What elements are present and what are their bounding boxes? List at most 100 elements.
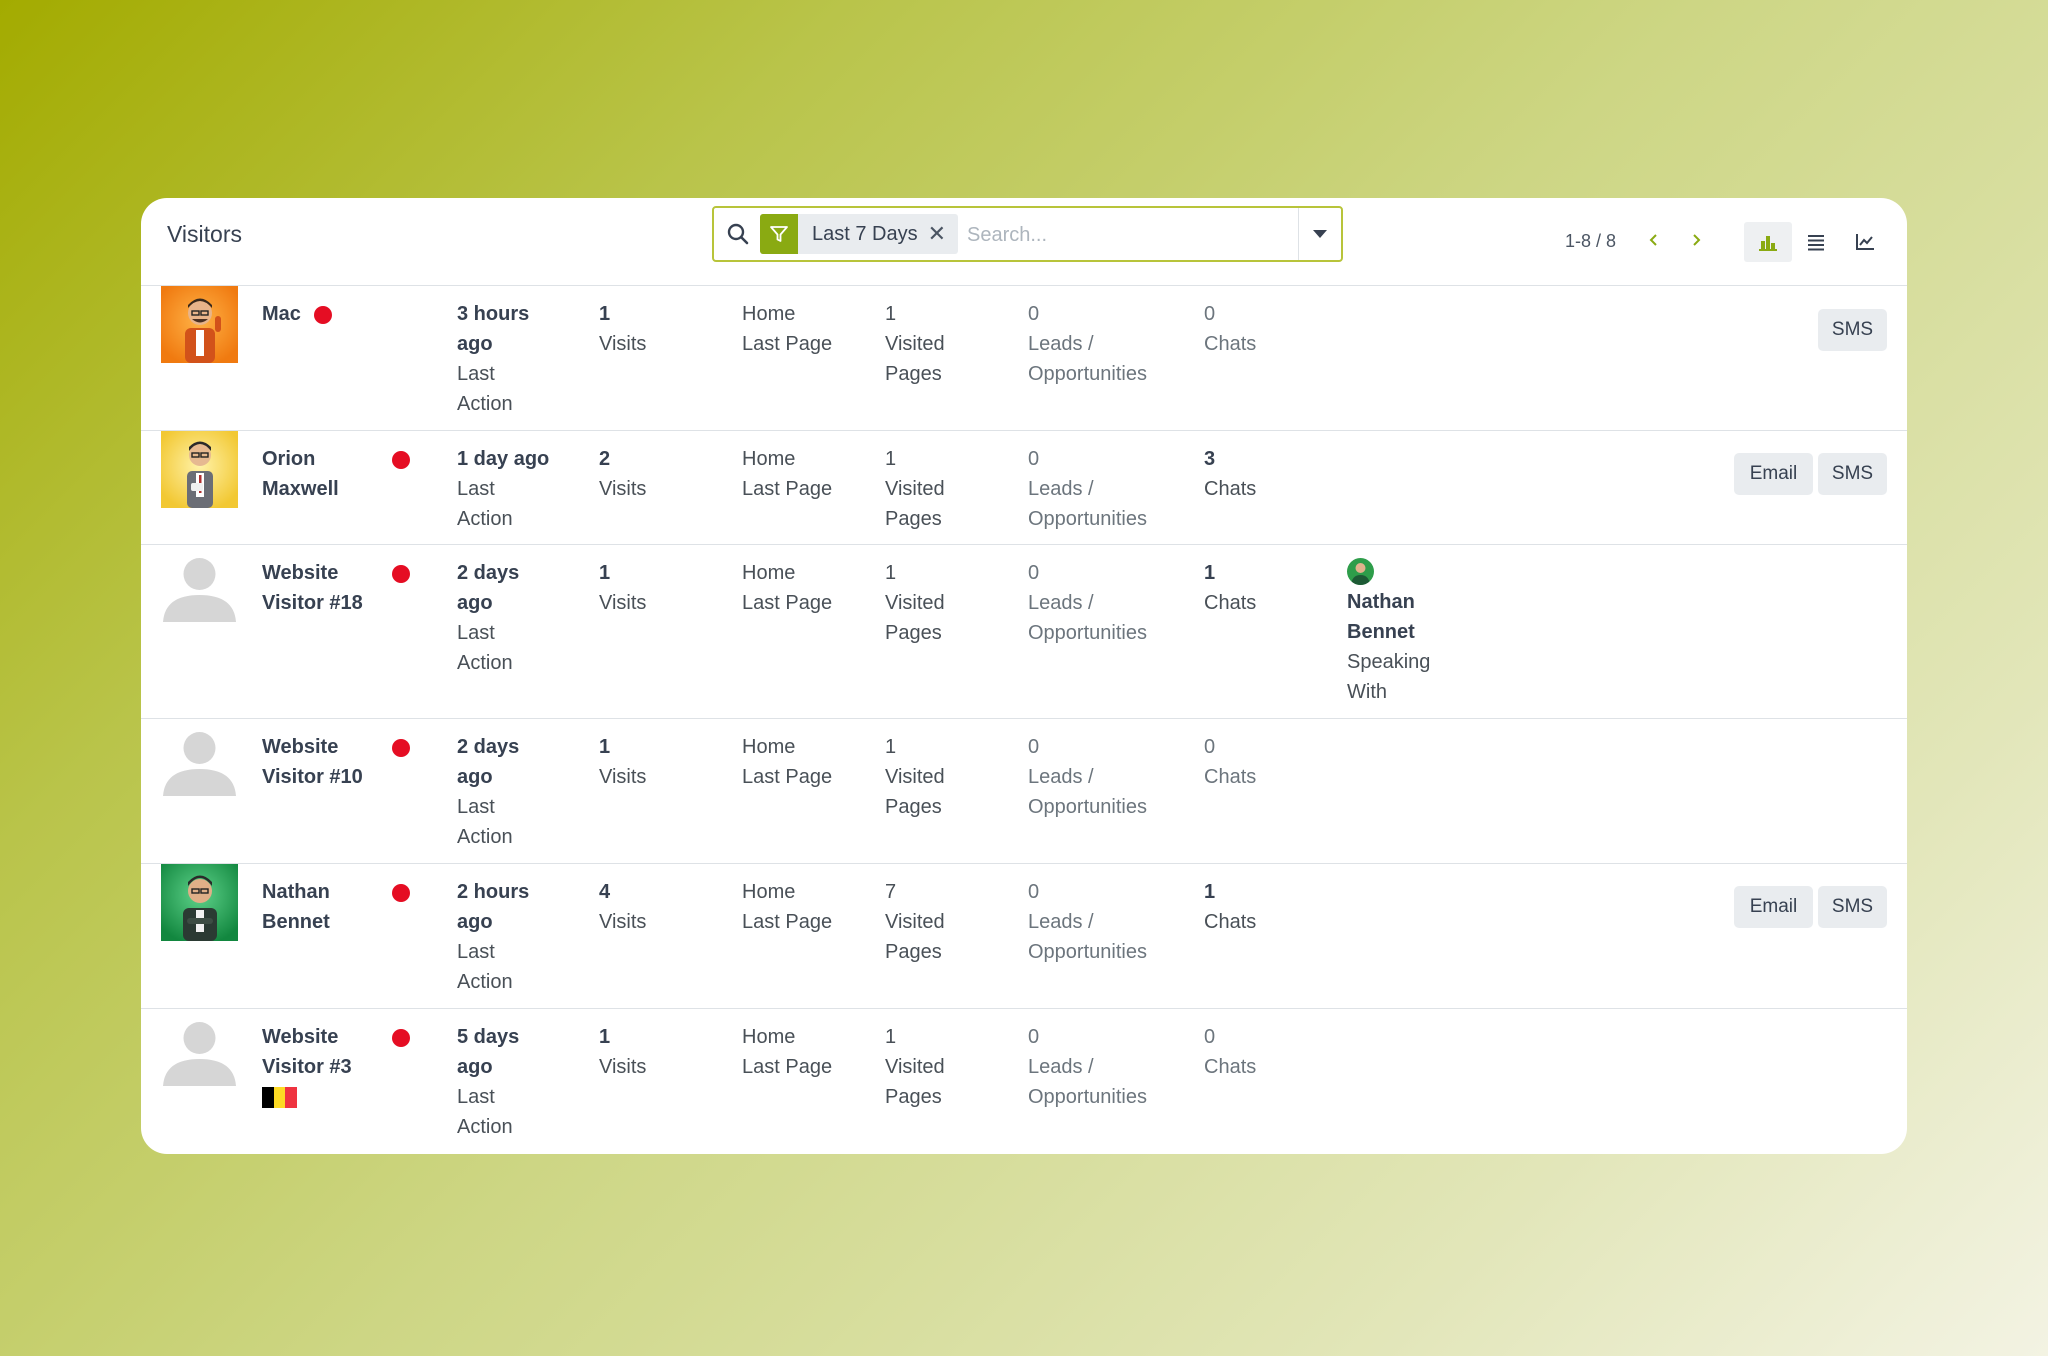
status-dot — [392, 1029, 410, 1047]
search-icon[interactable] — [726, 222, 750, 246]
visitor-name[interactable]: Website Visitor #18 — [262, 558, 363, 618]
visits-value: 2 — [599, 448, 611, 470]
caret-down-icon — [1313, 230, 1327, 238]
control-panel: Visitors Last 7 Days ✕ 1-8 / 8 — [141, 198, 1907, 286]
visits-cell: 1 Visits — [599, 1022, 646, 1082]
last-page-value: Home — [742, 562, 796, 584]
line-chart-icon — [1856, 234, 1874, 250]
belgium-flag-icon — [262, 1087, 298, 1108]
visited-pages-cell: 1 Visited Pages — [885, 299, 945, 389]
email-button[interactable]: Email — [1734, 886, 1813, 928]
view-switcher-graph-button[interactable] — [1744, 222, 1792, 262]
last-action-label: Action — [457, 652, 513, 674]
visitor-name-line: Visitor #10 — [262, 766, 363, 788]
visitor-name-line: Nathan — [262, 881, 330, 903]
last-page-value: Home — [742, 303, 796, 325]
visitors-panel: Visitors Last 7 Days ✕ 1-8 / 8 — [141, 198, 1907, 1154]
pager-next-button[interactable] — [1683, 226, 1709, 254]
leads-label: Leads / — [1028, 592, 1094, 614]
view-switcher-list-button[interactable] — [1792, 222, 1840, 262]
filter-icon — [760, 214, 798, 254]
last-action-cell: 5 days ago Last Action — [457, 1022, 519, 1142]
sms-button[interactable]: SMS — [1818, 453, 1887, 495]
chats-label: Chats — [1204, 333, 1257, 355]
visited-pages-value: 7 — [885, 881, 897, 903]
chats-value: 0 — [1204, 736, 1216, 758]
pager-value[interactable]: 1-8 / 8 — [1565, 231, 1616, 252]
last-page-cell: Home Last Page — [742, 732, 832, 792]
chats-value: 3 — [1204, 448, 1216, 470]
last-action-cell: 2 days ago Last Action — [457, 732, 519, 852]
last-action-value: ago — [457, 911, 493, 933]
visitor-row[interactable]: Website Visitor #18 2 days ago Last Acti… — [141, 545, 1907, 719]
speaking-with-label: With — [1347, 681, 1387, 703]
visits-label: Visits — [599, 478, 647, 500]
view-switcher-line-chart-button[interactable] — [1841, 222, 1889, 262]
visited-pages-label: Visited — [885, 766, 945, 788]
search-facet[interactable]: Last 7 Days ✕ — [760, 214, 959, 254]
last-action-label: Last — [457, 478, 495, 500]
last-action-label: Last — [457, 796, 495, 818]
avatar — [161, 286, 238, 363]
visitor-name[interactable]: Nathan Bennet — [262, 877, 330, 937]
close-icon[interactable]: ✕ — [928, 223, 958, 245]
visits-cell: 4 Visits — [599, 877, 646, 937]
last-action-value: 5 days — [457, 1026, 520, 1048]
chats-cell: 0 Chats — [1204, 732, 1256, 792]
last-action-label: Action — [457, 508, 513, 530]
sms-button[interactable]: SMS — [1818, 309, 1887, 351]
visited-pages-value: 1 — [885, 736, 897, 758]
leads-label: Opportunities — [1028, 508, 1147, 530]
leads-label: Leads / — [1028, 478, 1094, 500]
visitor-row[interactable]: Orion Maxwell 1 day ago Last Action 2 Vi… — [141, 431, 1907, 545]
visitor-row[interactable]: Nathan Bennet 2 hours ago Last Action 4 … — [141, 864, 1907, 1009]
last-action-label: Action — [457, 826, 513, 848]
visits-cell: 1 Visits — [599, 558, 646, 618]
last-page-cell: Home Last Page — [742, 558, 832, 618]
status-dot — [314, 306, 332, 324]
last-action-value: ago — [457, 1056, 493, 1078]
last-action-value: ago — [457, 592, 493, 614]
last-action-value: 1 day ago — [457, 448, 550, 470]
visited-pages-cell: 1 Visited Pages — [885, 1022, 945, 1112]
visitor-name[interactable]: Mac — [262, 299, 301, 329]
leads-label: Opportunities — [1028, 1086, 1147, 1108]
last-action-label: Last — [457, 1086, 495, 1108]
leads-label: Leads / — [1028, 911, 1094, 933]
visited-pages-cell: 7 Visited Pages — [885, 877, 945, 967]
search-bar[interactable]: Last 7 Days ✕ — [712, 206, 1343, 262]
placeholder-person-icon — [161, 719, 238, 796]
visitor-name[interactable]: Website Visitor #3 — [262, 1022, 352, 1082]
visits-value: 1 — [599, 736, 611, 758]
last-action-label: Action — [457, 393, 513, 415]
visited-pages-value: 1 — [885, 448, 897, 470]
visitor-row[interactable]: Website Visitor #10 2 days ago Last Acti… — [141, 719, 1907, 864]
last-page-value: Home — [742, 881, 796, 903]
visitor-name-line: Orion — [262, 448, 316, 470]
visited-pages-label: Pages — [885, 941, 942, 963]
visits-label: Visits — [599, 766, 647, 788]
visitor-row[interactable]: Website Visitor #3 5 days ago Last Actio… — [141, 1009, 1907, 1154]
visited-pages-label: Pages — [885, 363, 942, 385]
leads-cell: 0 Leads / Opportunities — [1028, 558, 1147, 648]
visits-value: 1 — [599, 303, 611, 325]
visitor-name[interactable]: Website Visitor #10 — [262, 732, 363, 792]
chats-label: Chats — [1204, 1056, 1257, 1078]
visits-label: Visits — [599, 333, 647, 355]
email-button[interactable]: Email — [1734, 453, 1813, 495]
chats-value: 1 — [1204, 881, 1216, 903]
sms-button[interactable]: SMS — [1818, 886, 1887, 928]
avatar — [161, 431, 238, 508]
last-page-cell: Home Last Page — [742, 444, 832, 504]
visitor-name-line: Website — [262, 562, 339, 584]
visitor-name[interactable]: Orion Maxwell — [262, 444, 339, 504]
placeholder-person-icon — [161, 1009, 238, 1086]
leads-label: Opportunities — [1028, 796, 1147, 818]
search-options-toggle[interactable] — [1298, 208, 1341, 260]
search-input[interactable] — [967, 218, 1287, 252]
visitor-row[interactable]: Mac 3 hours ago Last Action 1 Visits Hom… — [141, 286, 1907, 431]
leads-label: Leads / — [1028, 766, 1094, 788]
chats-value: 0 — [1204, 1026, 1216, 1048]
pager-previous-button[interactable] — [1641, 226, 1667, 254]
last-page-value: Home — [742, 736, 796, 758]
